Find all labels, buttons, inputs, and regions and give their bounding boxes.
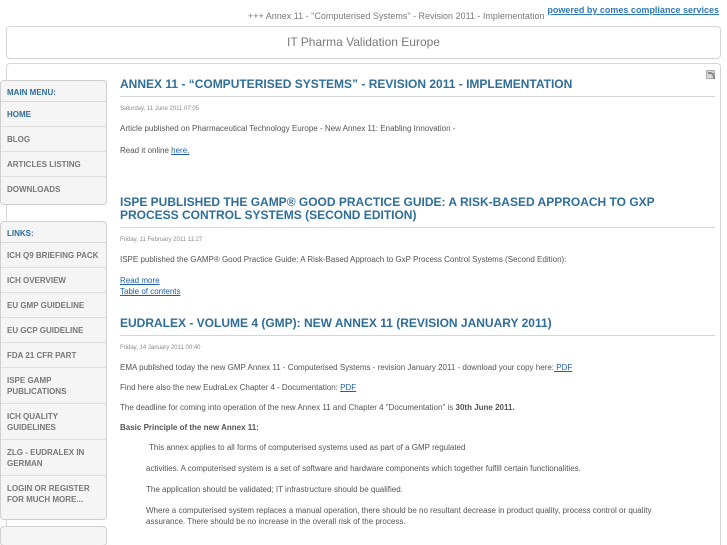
article-body: Article published on Pharmaceutical Tech…	[120, 124, 456, 133]
link-zlg-eudralex-german[interactable]: ZLG - EUDRALEX IN GERMAN	[1, 440, 106, 476]
article-date: Friday, 11 February 2011 11:27	[120, 237, 203, 243]
table-of-contents-link[interactable]: Table of contents	[120, 287, 180, 296]
read-online-link[interactable]: here.	[171, 146, 189, 155]
article-paragraph: This annex applies to all forms of compu…	[149, 443, 466, 452]
article-2: ISPE PUBLISHED THE GAMP® GOOD PRACTICE G…	[120, 196, 715, 297]
article-title[interactable]: EUDRALEX - VOLUME 4 (GMP): NEW ANNEX 11 …	[120, 317, 715, 330]
sidebar: MAIN MENU: HOME BLOG ARTICLES LISTING DO…	[0, 80, 107, 545]
link-ich-quality-guidelines[interactable]: ICH QUALITY GUIDELINES	[1, 404, 106, 440]
article-paragraph: activities. A computerised system is a s…	[146, 464, 581, 473]
paragraph-text: The deadline for coming into operation o…	[120, 403, 456, 412]
menu-item-downloads[interactable]: DOWNLOADS	[1, 177, 106, 202]
link-ich-q9-briefing-pack[interactable]: ICH Q9 BRIEFING PACK	[1, 243, 106, 268]
article-paragraph: The deadline for coming into operation o…	[120, 402, 715, 413]
article-date: Saturday, 11 June 2011 07:05	[120, 106, 200, 112]
article-paragraph: Find here also the new EudraLex Chapter …	[120, 382, 715, 393]
link-eu-gcp-guideline[interactable]: EU GCP GUIDELINE	[1, 318, 106, 343]
section-heading: Basic Principle of the new Annex 11:	[120, 423, 259, 432]
read-more-link[interactable]: Read more	[120, 276, 160, 285]
powered-by-link[interactable]: powered by comes compliance services	[547, 5, 719, 15]
deadline-date: 30th June 2011.	[455, 403, 515, 412]
menu-item-blog[interactable]: BLOG	[1, 127, 106, 152]
article-3: EUDRALEX - VOLUME 4 (GMP): NEW ANNEX 11 …	[120, 317, 715, 527]
menu-item-articles-listing[interactable]: ARTICLES LISTING	[1, 152, 106, 177]
news-ticker: +++ Annex 11 - "Computerised Systems" - …	[248, 11, 548, 21]
site-title[interactable]: IT Pharma Validation Europe	[7, 35, 720, 49]
link-ispe-gamp-publications[interactable]: ISPE GAMP PUBLICATIONS	[1, 368, 106, 404]
article-paragraph: The application should be validated; IT …	[146, 485, 403, 494]
main-menu-title: MAIN MENU:	[1, 81, 106, 102]
link-eu-gmp-guideline[interactable]: EU GMP GUIDELINE	[1, 293, 106, 318]
title-divider	[120, 227, 715, 228]
links-menu-title: LINKS:	[1, 222, 106, 243]
top-bar: +++ Annex 11 - "Computerised Systems" - …	[0, 0, 727, 26]
article-title[interactable]: ISPE PUBLISHED THE GAMP® GOOD PRACTICE G…	[120, 196, 715, 222]
site-header: IT Pharma Validation Europe	[6, 26, 721, 59]
main-menu: MAIN MENU: HOME BLOG ARTICLES LISTING DO…	[0, 80, 107, 205]
paragraph-text: Find here also the new EudraLex Chapter …	[120, 383, 341, 392]
article-title[interactable]: ANNEX 11 - “COMPUTERISED SYSTEMS” - REVI…	[120, 78, 715, 91]
annex-11-pdf-link[interactable]: PDF	[554, 363, 572, 372]
sidebar-extra-box	[0, 526, 107, 545]
title-divider	[120, 96, 715, 97]
menu-item-home[interactable]: HOME	[1, 102, 106, 127]
links-menu: LINKS: ICH Q9 BRIEFING PACK ICH OVERVIEW…	[0, 221, 107, 520]
article-body: ISPE published the GAMP® Good Practice G…	[120, 255, 567, 264]
link-login-register[interactable]: LOGIN OR REGISTER FOR MUCH MORE...	[1, 476, 106, 512]
article-paragraph: Where a computerised system replaces a m…	[146, 506, 652, 526]
article-1: ANNEX 11 - “COMPUTERISED SYSTEMS” - REVI…	[120, 78, 715, 156]
chapter-4-pdf-link[interactable]: PDF	[340, 383, 356, 392]
read-online-prefix: Read it online	[120, 146, 172, 155]
title-divider	[120, 335, 715, 336]
link-ich-overview[interactable]: ICH OVERVIEW	[1, 268, 106, 293]
read-online-line: Read it online here.	[120, 145, 715, 156]
article-date: Friday, 14 January 2011 00:40	[120, 345, 201, 351]
article-paragraph: EMA published today the new GMP Annex 11…	[120, 362, 715, 373]
paragraph-text: EMA published today the new GMP Annex 11…	[120, 363, 555, 372]
link-fda-21-cfr-part[interactable]: FDA 21 CFR PART	[1, 343, 106, 368]
main-content: ANNEX 11 - “COMPUTERISED SYSTEMS” - REVI…	[120, 78, 715, 527]
